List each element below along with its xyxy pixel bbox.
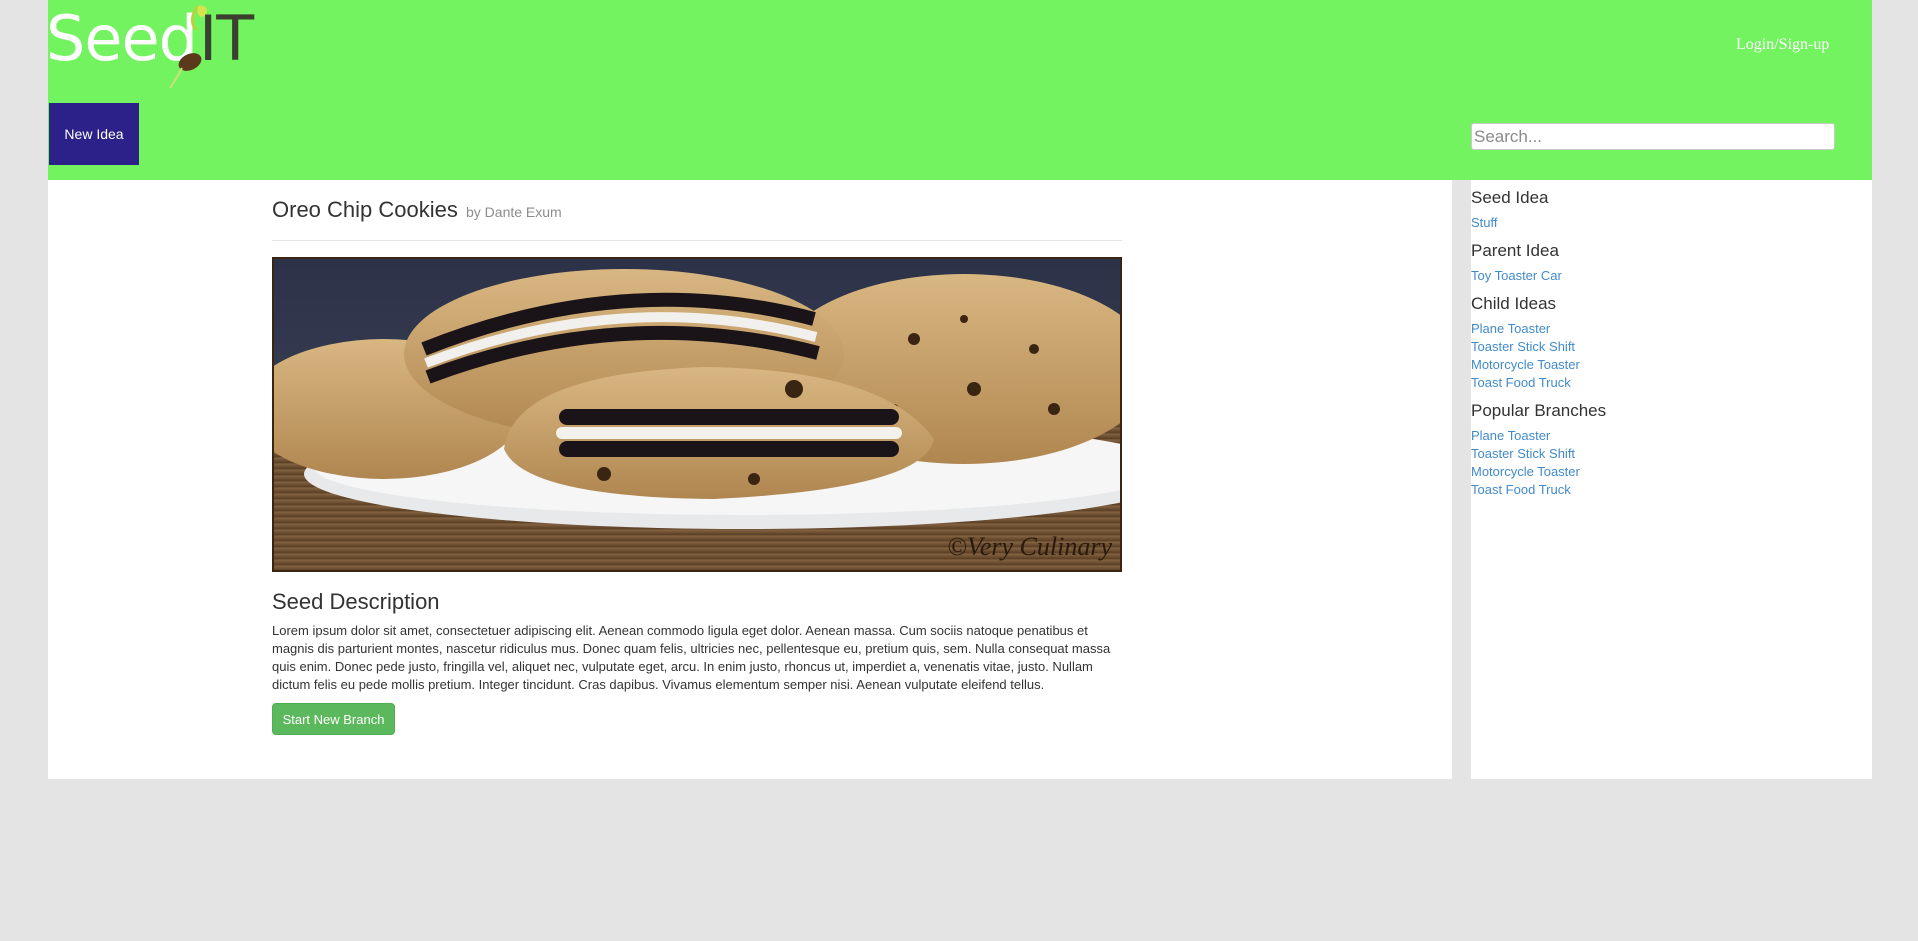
description-heading: Seed Description [272, 589, 440, 614]
child-idea-link[interactable]: Plane Toaster [1471, 321, 1550, 336]
list-item: Plane Toaster [1471, 320, 1580, 338]
child-idea-link[interactable]: Motorcycle Toaster [1471, 357, 1580, 372]
main-content: Oreo Chip Cookies by Dante Exum ©Very Cu… [48, 180, 1452, 779]
popular-branches-heading: Popular Branches [1471, 401, 1607, 420]
description-text: Lorem ipsum dolor sit amet, consectetuer… [272, 623, 1111, 692]
list-item: Toy Toaster Car [1471, 267, 1562, 285]
parent-idea-link[interactable]: Toy Toaster Car [1471, 268, 1562, 283]
page: SeedIT Login/Sign-up New Idea Oreo Chip … [46, 0, 1872, 779]
list-item: Toaster Stick Shift [1471, 445, 1606, 463]
search-input[interactable] [1471, 123, 1835, 150]
post-title-text: Oreo Chip Cookies [272, 197, 458, 222]
parent-idea-heading: Parent Idea [1471, 241, 1559, 260]
list-item: Plane Toaster [1471, 427, 1606, 445]
start-new-branch-button[interactable]: Start New Branch [272, 703, 395, 735]
child-idea-link[interactable]: Toaster Stick Shift [1471, 339, 1575, 354]
popular-branches-list: Plane Toaster Toaster Stick Shift Motorc… [1471, 427, 1606, 499]
new-idea-button[interactable]: New Idea [49, 103, 139, 165]
list-item: Motorcycle Toaster [1471, 463, 1606, 481]
title-divider [272, 240, 1122, 241]
list-item: Toaster Stick Shift [1471, 338, 1580, 356]
parent-idea-list: Toy Toaster Car [1471, 267, 1562, 285]
sidebar: Seed Idea Stuff Parent Idea Toy Toaster … [1471, 180, 1872, 779]
child-idea-link[interactable]: Toast Food Truck [1471, 375, 1571, 390]
site-logo[interactable]: SeedIT [46, 0, 254, 90]
parent-idea-section: Parent Idea Toy Toaster Car [1471, 241, 1562, 285]
list-item: Stuff [1471, 214, 1549, 232]
seed-idea-link[interactable]: Stuff [1471, 215, 1498, 230]
page-title: Oreo Chip Cookies by Dante Exum [272, 197, 562, 223]
list-item: Motorcycle Toaster [1471, 356, 1580, 374]
popular-branch-link[interactable]: Toast Food Truck [1471, 482, 1571, 497]
site-header: SeedIT Login/Sign-up New Idea [46, 0, 1872, 180]
seed-idea-section: Seed Idea Stuff [1471, 188, 1549, 232]
seed-sprout-icon [169, 5, 207, 89]
post-author: by Dante Exum [466, 204, 562, 220]
popular-branches-section: Popular Branches Plane Toaster Toaster S… [1471, 401, 1606, 499]
seed-idea-heading: Seed Idea [1471, 188, 1549, 207]
list-item: Toast Food Truck [1471, 374, 1580, 392]
popular-branch-link[interactable]: Plane Toaster [1471, 428, 1550, 443]
image-watermark: ©Very Culinary [947, 532, 1112, 561]
child-ideas-list: Plane Toaster Toaster Stick Shift Motorc… [1471, 320, 1580, 392]
list-item: Toast Food Truck [1471, 481, 1606, 499]
child-ideas-heading: Child Ideas [1471, 294, 1557, 313]
child-ideas-section: Child Ideas Plane Toaster Toaster Stick … [1471, 294, 1580, 392]
popular-branch-link[interactable]: Motorcycle Toaster [1471, 464, 1580, 479]
popular-branch-link[interactable]: Toaster Stick Shift [1471, 446, 1575, 461]
seed-idea-list: Stuff [1471, 214, 1549, 232]
post-image: ©Very Culinary [272, 257, 1122, 572]
login-signup-link[interactable]: Login/Sign-up [1736, 36, 1829, 54]
